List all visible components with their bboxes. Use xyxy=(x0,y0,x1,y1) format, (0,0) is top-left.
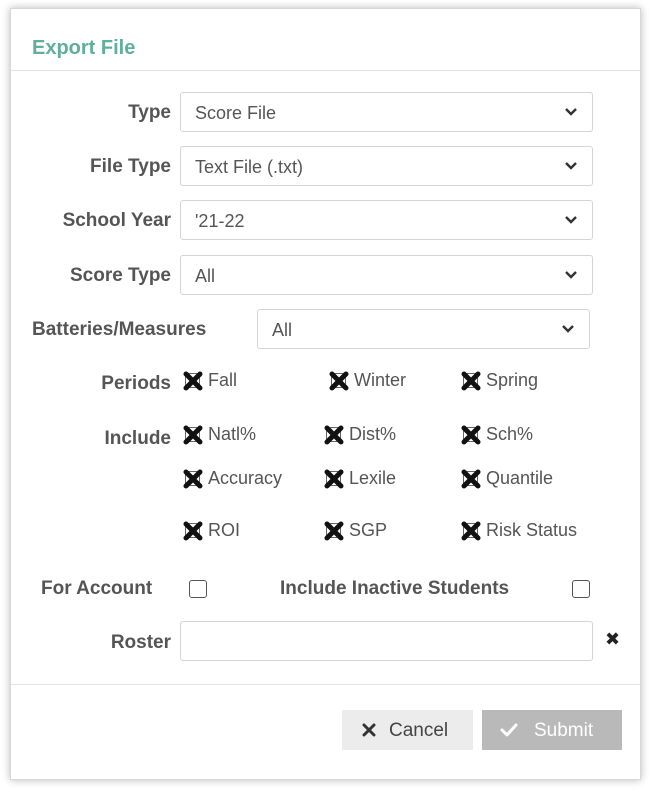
export-file-dialog: Export File Type Score File File Type Te… xyxy=(10,8,641,780)
include-lexile-label: Lexile xyxy=(349,468,397,488)
close-icon xyxy=(362,723,376,737)
period-winter-label: Winter xyxy=(354,370,407,390)
checkbox-checked-icon xyxy=(182,370,204,392)
period-fall-label: Fall xyxy=(208,370,238,390)
include-natl-label: Natl% xyxy=(208,424,257,444)
roster-label: Roster xyxy=(110,632,171,653)
chevron-down-icon xyxy=(565,216,577,224)
include-roi-label: ROI xyxy=(208,520,241,540)
include-quantile-label: Quantile xyxy=(486,468,554,488)
checkbox-checked-icon xyxy=(182,424,204,446)
check-icon xyxy=(500,723,518,737)
checkbox-checked-icon xyxy=(182,468,204,490)
score-type-label: Score Type xyxy=(69,265,171,286)
cancel-button-label: Cancel xyxy=(389,720,449,741)
school-year-select[interactable]: '21-22 xyxy=(180,200,593,240)
checkbox-checked-icon xyxy=(460,424,482,446)
file-type-label: File Type xyxy=(90,156,171,177)
file-type-select-value: Text File (.txt) xyxy=(195,157,304,177)
dialog-title: Export File xyxy=(32,37,136,59)
chevron-down-icon xyxy=(565,271,577,279)
for-account-checkbox[interactable] xyxy=(189,580,207,598)
score-type-select[interactable]: All xyxy=(180,255,593,295)
roster-input[interactable] xyxy=(180,621,593,661)
submit-button-label: Submit xyxy=(534,720,594,741)
school-year-label: School Year xyxy=(62,210,171,231)
include-sch-label: Sch% xyxy=(486,424,534,444)
school-year-select-value: '21-22 xyxy=(195,211,245,231)
checkbox-checked-icon xyxy=(460,370,482,392)
checkbox-checked-icon xyxy=(323,424,345,446)
include-risk-status-label: Risk Status xyxy=(486,520,578,540)
header-divider xyxy=(11,70,640,71)
cancel-button[interactable]: Cancel xyxy=(342,710,473,750)
checkbox-checked-icon xyxy=(323,520,345,542)
checkbox-checked-icon xyxy=(460,468,482,490)
batteries-measures-select-value: All xyxy=(272,320,293,340)
score-type-select-value: All xyxy=(195,266,216,286)
include-accuracy-label: Accuracy xyxy=(208,468,283,488)
chevron-down-icon xyxy=(562,325,574,333)
include-sgp-label: SGP xyxy=(349,520,388,540)
checkbox-checked-icon xyxy=(182,520,204,542)
include-inactive-label: Include Inactive Students xyxy=(280,578,510,599)
submit-button[interactable]: Submit xyxy=(482,710,622,750)
chevron-down-icon xyxy=(565,108,577,116)
type-select[interactable]: Score File xyxy=(180,92,593,132)
include-inactive-checkbox[interactable] xyxy=(572,580,590,598)
batteries-measures-select[interactable]: All xyxy=(257,309,590,349)
type-label: Type xyxy=(128,102,171,123)
chevron-down-icon xyxy=(565,162,577,170)
footer-divider xyxy=(11,684,640,685)
include-label: Include xyxy=(104,428,171,449)
file-type-select[interactable]: Text File (.txt) xyxy=(180,146,593,186)
checkbox-checked-icon xyxy=(328,370,350,392)
batteries-measures-label: Batteries/Measures xyxy=(32,319,207,340)
type-select-value: Score File xyxy=(195,103,277,123)
period-spring-label: Spring xyxy=(486,370,539,390)
checkbox-checked-icon xyxy=(460,520,482,542)
periods-label: Periods xyxy=(101,373,171,394)
checkbox-checked-icon xyxy=(323,468,345,490)
include-dist-label: Dist% xyxy=(349,424,397,444)
close-icon[interactable]: ✖ xyxy=(605,629,620,650)
for-account-label: For Account xyxy=(41,578,153,599)
